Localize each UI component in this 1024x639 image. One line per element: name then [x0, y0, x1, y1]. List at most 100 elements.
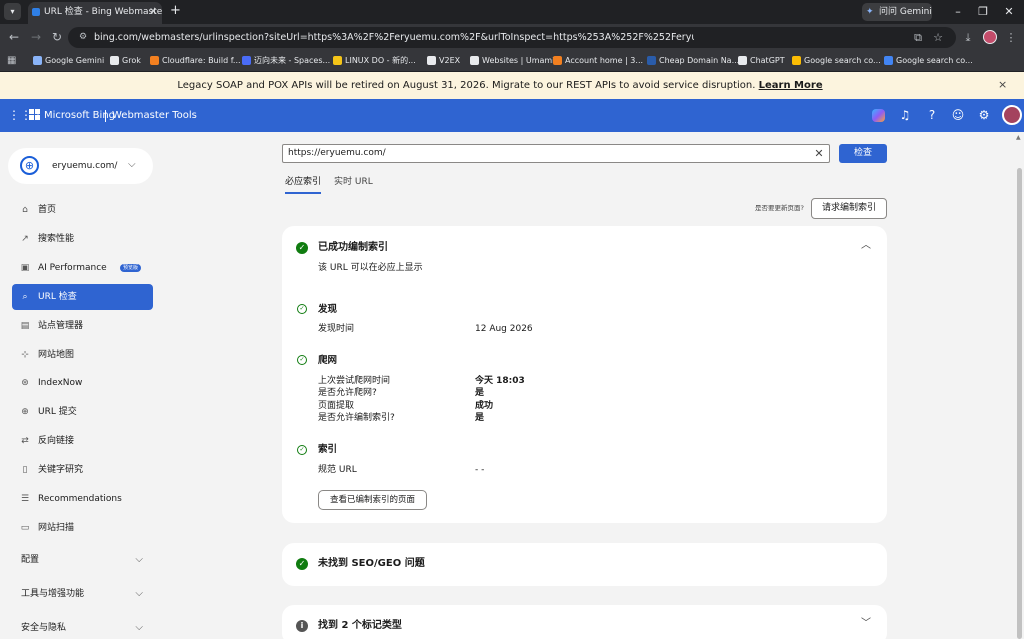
bookmark-item[interactable]: Google search co... — [884, 50, 973, 71]
browser-menu-icon[interactable]: ⋮ — [1004, 30, 1018, 46]
bookmark-item[interactable]: Websites | Umami — [470, 50, 554, 71]
minimize-window-icon[interactable]: – — [951, 3, 965, 21]
sitemap-icon: ⊹ — [21, 349, 29, 360]
bookmark-favicon-icon — [884, 56, 893, 65]
install-app-icon[interactable]: ⧉ — [911, 30, 925, 46]
bookmark-item[interactable]: Google Gemini — [33, 50, 104, 71]
crawl-allowed-label: 是否允许爬网? — [318, 388, 377, 398]
brand-divider — [105, 110, 106, 122]
sidebar-item[interactable]: ▯ 关键字研究 — [12, 457, 153, 483]
new-tab-button[interactable]: + — [170, 3, 181, 19]
address-bar-url[interactable]: bing.com/webmasters/urlinspection?siteUr… — [94, 27, 694, 48]
site-globe-icon: ⊕ — [20, 156, 39, 175]
sidebar-group[interactable]: 安全与隐私 ⌵ — [12, 615, 153, 639]
back-icon[interactable]: ← — [7, 28, 21, 46]
sidebar-group[interactable]: 配置 ⌵ — [12, 547, 153, 573]
markup-types-title: 找到 2 个标记类型 — [318, 620, 402, 631]
help-icon[interactable]: ? — [924, 107, 940, 124]
sidebar-item-label: 首页 — [38, 205, 57, 215]
bookmark-item[interactable]: 迈向未来 - Spaces... — [242, 50, 330, 71]
index-check-icon: ✓ — [297, 445, 307, 455]
last-crawl-label: 上次尝试爬网时间 — [318, 376, 391, 386]
banner-close-icon[interactable]: × — [998, 78, 1007, 92]
bookmark-item[interactable]: Cloudflare: Build f... — [150, 50, 241, 71]
bookmark-item[interactable]: Account home | 3... — [553, 50, 643, 71]
sidebar-item[interactable]: ⊹ 网站地图 — [12, 342, 153, 368]
sidebar-item[interactable]: ▤ 站点管理器 — [12, 313, 153, 339]
bookmark-item[interactable]: Grok — [110, 50, 141, 71]
sidebar-item[interactable]: ⊛ IndexNow — [12, 370, 153, 396]
info-icon: i — [296, 620, 308, 632]
sidebar-item[interactable]: ⊕ URL 提交 — [12, 399, 153, 425]
banner-text: Legacy SOAP and POX APIs will be retired… — [177, 80, 759, 91]
restore-window-icon[interactable]: ❐ — [976, 3, 990, 21]
url-input[interactable]: https://eryuemu.com/ — [282, 144, 830, 163]
scan-icon: ▭ — [20, 522, 30, 533]
bookmark-favicon-icon — [110, 56, 119, 65]
inspect-button[interactable]: 检查 — [839, 144, 887, 163]
sidebar-item[interactable]: ▭ 网站扫描 — [12, 515, 153, 541]
crawl-check-icon: ✓ — [297, 355, 307, 365]
reload-icon[interactable]: ↻ — [50, 28, 64, 46]
bookmark-label: Google Gemini — [45, 56, 105, 65]
chevron-down-icon[interactable]: ⌵ — [128, 158, 136, 172]
user-avatar[interactable] — [1002, 105, 1022, 125]
sidebar-item[interactable]: ⌂ 首页 — [12, 197, 153, 223]
view-indexed-page-button[interactable]: 查看已编制索引的页面 — [318, 490, 427, 510]
indexnow-icon: ⊛ — [21, 378, 29, 389]
bookmark-item[interactable]: LINUX DO - 新的... — [333, 50, 416, 71]
chevron-down-icon[interactable]: ﹀ — [861, 618, 871, 630]
settings-gear-icon[interactable]: ⚙ — [976, 107, 992, 124]
bookmark-item[interactable]: Cheap Domain Na... — [647, 50, 739, 71]
sidebar-item-label: 反向链接 — [38, 436, 75, 447]
bookmark-favicon-icon — [427, 56, 436, 65]
bookmark-label: LINUX DO - 新的... — [345, 56, 416, 65]
bookmark-label: V2EX — [439, 56, 461, 65]
browser-profile-avatar[interactable] — [983, 30, 997, 44]
feedback-smile-icon[interactable]: ☺ — [950, 107, 966, 124]
microsoft-logo-icon — [29, 109, 40, 120]
sidebar-item[interactable]: ↗ 搜索性能 — [12, 226, 153, 252]
index-allowed-value: 是 — [475, 413, 485, 423]
forward-icon[interactable]: → — [29, 28, 43, 46]
globe-icon: ⊕ — [21, 407, 29, 418]
copilot-icon[interactable] — [872, 109, 885, 122]
sidebar-item[interactable]: ⇄ 反向链接 — [12, 428, 153, 454]
scroll-up-arrow-icon[interactable]: ▲ — [1016, 134, 1021, 142]
banner-message: Legacy SOAP and POX APIs will be retired… — [0, 72, 1000, 99]
bookmark-item[interactable]: Google search co... — [792, 50, 881, 71]
tab-live-url[interactable]: 实时 URL — [334, 175, 373, 189]
close-window-icon[interactable]: ✕ — [1002, 3, 1016, 21]
index-allowed-label: 是否允许编制索引? — [318, 413, 395, 423]
bookmark-favicon-icon — [33, 56, 42, 65]
bookmark-favicon-icon — [242, 56, 251, 65]
browser-tab[interactable]: URL 检查 - Bing Webmaster — [28, 2, 162, 24]
tab-close-icon[interactable]: × — [149, 4, 157, 19]
index-status-subtitle: 该 URL 可以在必应上显示 — [318, 263, 423, 273]
learn-more-link[interactable]: Learn More — [759, 80, 823, 91]
request-indexing-button[interactable]: 请求编制索引 — [811, 198, 887, 219]
bookmark-star-icon[interactable]: ☆ — [931, 30, 945, 46]
bookmark-item[interactable]: ChatGPT — [738, 50, 785, 71]
tab-bing-index[interactable]: 必应索引 — [285, 175, 321, 189]
clear-input-icon[interactable]: ✕ — [812, 145, 826, 162]
site-info-icon[interactable]: ⚙ — [77, 31, 89, 43]
bookmark-item[interactable]: V2EX — [427, 50, 460, 71]
sidebar-item[interactable]: ☰ Recommendations — [12, 486, 153, 512]
bookmark-label: Cloudflare: Build f... — [162, 56, 241, 65]
apps-grid-icon[interactable]: ▦ — [7, 55, 16, 67]
sidebar-item[interactable]: ⌕ URL 检查 — [12, 283, 153, 310]
tab-search-button[interactable]: ▾ — [4, 3, 21, 20]
section-crawl-title: 爬网 — [318, 355, 338, 366]
download-icon[interactable]: ⤓ — [961, 30, 975, 46]
site-selector-label: eryuemu.com/ — [52, 161, 118, 171]
chevron-up-icon[interactable]: ︿ — [861, 240, 871, 252]
sidebar-group[interactable]: 工具与增强功能 ⌵ — [12, 581, 153, 607]
product-name[interactable]: Webmaster Tools — [112, 99, 197, 132]
seo-issues-title: 未找到 SEO/GEO 问题 — [318, 558, 425, 569]
notifications-bell-icon[interactable]: ♫ — [897, 107, 913, 124]
sidebar-item-label: 搜索性能 — [38, 233, 75, 244]
sidebar-group-label: 配置 — [21, 555, 40, 565]
sidebar-item-label: 网站地图 — [38, 349, 75, 360]
scrollbar-thumb[interactable] — [1017, 168, 1022, 639]
